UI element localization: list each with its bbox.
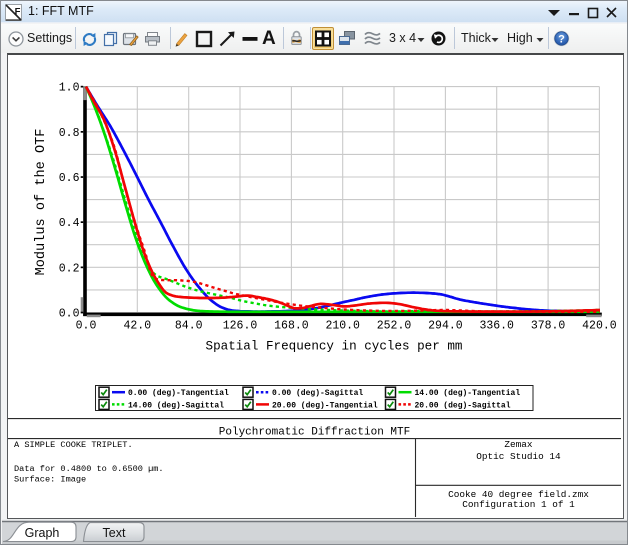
- svg-text:378.0: 378.0: [531, 320, 566, 333]
- svg-text:20.00 (deg)-Sagittal: 20.00 (deg)-Sagittal: [415, 401, 511, 410]
- svg-text:0.00 (deg)-Sagittal: 0.00 (deg)-Sagittal: [272, 389, 363, 398]
- svg-text:Text: Text: [103, 526, 126, 540]
- svg-text:Configuration 1 of 1: Configuration 1 of 1: [462, 499, 575, 510]
- svg-text:14.00 (deg)-Sagittal: 14.00 (deg)-Sagittal: [128, 401, 224, 410]
- svg-text:14.00 (deg)-Tangential: 14.00 (deg)-Tangential: [415, 389, 521, 398]
- svg-text:252.0: 252.0: [377, 320, 412, 333]
- svg-text:336.0: 336.0: [479, 320, 514, 333]
- svg-text:0.4: 0.4: [59, 217, 80, 230]
- svg-text:20.00 (deg)-Tangential: 20.00 (deg)-Tangential: [272, 401, 378, 410]
- svg-text:0.8: 0.8: [59, 127, 80, 140]
- svg-text:?: ?: [558, 33, 565, 45]
- svg-text:168.0: 168.0: [274, 320, 309, 333]
- svg-text:294.0: 294.0: [428, 320, 463, 333]
- svg-text:84.0: 84.0: [175, 320, 203, 333]
- svg-text:0.2: 0.2: [59, 262, 80, 275]
- svg-text:126.0: 126.0: [223, 320, 258, 333]
- svg-text:0.00 (deg)-Tangential: 0.00 (deg)-Tangential: [128, 389, 229, 398]
- svg-text:A SIMPLE COOKE TRIPLET.: A SIMPLE COOKE TRIPLET.: [14, 440, 133, 450]
- svg-text:42.0: 42.0: [123, 320, 151, 333]
- svg-text:0.6: 0.6: [59, 172, 80, 185]
- svg-text:210.0: 210.0: [325, 320, 360, 333]
- svg-text:Surface: Image: Surface: Image: [14, 474, 86, 484]
- svg-text:Spatial Frequency in cycles pe: Spatial Frequency in cycles per mm: [206, 340, 463, 354]
- svg-text:Zemax: Zemax: [504, 439, 533, 450]
- svg-text:420.0: 420.0: [582, 320, 617, 333]
- svg-text:0.0: 0.0: [76, 320, 97, 333]
- svg-text:Modulus of the OTF: Modulus of the OTF: [34, 129, 49, 276]
- svg-text:Optic Studio 14: Optic Studio 14: [476, 451, 561, 462]
- svg-text:F: F: [15, 7, 21, 18]
- svg-text:Graph: Graph: [25, 526, 60, 540]
- svg-text:Polychromatic Diffraction MTF: Polychromatic Diffraction MTF: [219, 427, 410, 439]
- svg-text:Data for 0.4800 to 0.6500 µm.: Data for 0.4800 to 0.6500 µm.: [14, 464, 164, 474]
- svg-text:1.0: 1.0: [59, 82, 80, 95]
